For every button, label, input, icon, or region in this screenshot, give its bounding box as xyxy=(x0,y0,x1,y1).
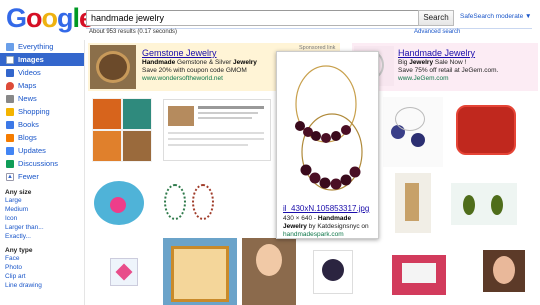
sidebar-item-label: Shopping xyxy=(18,107,50,116)
image-result[interactable] xyxy=(383,97,443,167)
ad-thumbnail-gemstone[interactable] xyxy=(90,45,136,89)
image-result[interactable] xyxy=(158,178,222,226)
size-option[interactable]: Larger than... xyxy=(0,223,84,232)
videos-icon xyxy=(6,68,14,77)
hoop-earrings-graphic xyxy=(295,65,363,191)
image-result[interactable] xyxy=(242,238,296,305)
images-icon xyxy=(6,55,14,64)
ad-gemstone: Gemstone Jewelry Handmade Gemstone & Sil… xyxy=(142,48,297,83)
image-result[interactable] xyxy=(92,98,152,162)
size-heading: Any size xyxy=(5,189,32,196)
discussions-icon xyxy=(6,159,14,168)
image-desc-bold: Handmade xyxy=(317,215,352,222)
sidebar-item-news[interactable]: News xyxy=(0,92,84,105)
sidebar-item-label: Updates xyxy=(18,146,46,155)
sidebar-item-images[interactable]: Images xyxy=(0,53,84,66)
sidebar-item-label: Everything xyxy=(18,42,54,51)
image-result[interactable] xyxy=(163,99,271,161)
sidebar-item-label: Videos xyxy=(18,68,41,77)
size-option[interactable]: Exactly... xyxy=(0,232,84,241)
fewer-icon: ▲ xyxy=(6,172,14,181)
sidebar-divider xyxy=(84,40,85,305)
image-filename-link[interactable]: il_430xN.105853317.jpg xyxy=(283,204,369,213)
sidebar-item-label: Books xyxy=(18,120,39,129)
ad-url[interactable]: www.JeGem.com xyxy=(398,75,538,83)
logo-letter: g xyxy=(57,3,73,33)
logo-letter: G xyxy=(6,3,27,33)
size-option[interactable]: Medium xyxy=(0,205,84,214)
sidebar-item-discussions[interactable]: Discussions xyxy=(0,157,84,170)
ad-text-bold: Handmade xyxy=(142,59,176,66)
image-preview-card[interactable]: il_430xN.105853317.jpg 430 × 640 - Handm… xyxy=(276,51,379,239)
ad-text: Sale Now ! xyxy=(433,59,467,66)
news-icon xyxy=(6,94,14,103)
everything-icon xyxy=(6,42,14,51)
logo-letter: o xyxy=(26,3,42,33)
image-meta: 430 × 640 - Handmade Jewelry by Katdesig… xyxy=(283,215,377,239)
sidebar-item-label: Discussions xyxy=(18,159,59,168)
sidebar-item-label: Fewer xyxy=(18,172,39,181)
sidebar-item-label: Maps xyxy=(18,81,37,90)
sidebar-item-updates[interactable]: Updates xyxy=(0,144,84,157)
sidebar-item-videos[interactable]: Videos xyxy=(0,66,84,79)
type-option[interactable]: Line drawing xyxy=(0,281,84,290)
earrings-preview-image[interactable] xyxy=(282,58,374,202)
sidebar: Everything Images Videos Maps News Shopp… xyxy=(0,40,84,290)
sidebar-item-label: Blogs xyxy=(18,133,37,142)
image-result[interactable] xyxy=(452,97,520,165)
ad-title[interactable]: Handmade Jewelry xyxy=(398,48,538,59)
type-option[interactable]: Clip art xyxy=(0,272,84,281)
image-desc: by Katdesignsnyc on xyxy=(306,223,369,230)
ad-text-bold: Jewelry xyxy=(233,59,257,66)
safesearch-dropdown[interactable]: SafeSearch moderate ▼ xyxy=(460,13,531,20)
books-icon xyxy=(6,120,14,129)
advanced-search-link[interactable]: Advanced search xyxy=(414,29,460,35)
type-heading: Any type xyxy=(5,247,33,254)
sidebar-item-blogs[interactable]: Blogs xyxy=(0,131,84,144)
updates-icon xyxy=(6,146,14,155)
ad-text: Save 20% with coupon code GMOM xyxy=(142,67,247,74)
blogs-icon xyxy=(6,133,14,142)
sidebar-item-everything[interactable]: Everything xyxy=(0,40,84,53)
type-option[interactable]: Face xyxy=(0,254,84,263)
ad-jegem: Handmade Jewelry Big Jewelry Sale Now ! … xyxy=(398,48,538,83)
search-button[interactable]: Search xyxy=(418,10,454,26)
image-result[interactable] xyxy=(110,258,138,286)
image-result[interactable] xyxy=(313,250,353,294)
image-result[interactable] xyxy=(88,173,150,235)
type-option[interactable]: Photo xyxy=(0,263,84,272)
ad-text-bold: Jewelry xyxy=(409,59,434,66)
sidebar-item-maps[interactable]: Maps xyxy=(0,79,84,92)
shopping-icon xyxy=(6,107,14,116)
image-result[interactable] xyxy=(451,183,517,225)
size-option[interactable]: Icon xyxy=(0,214,84,223)
ad-text: Save 75% off retail at JeGem.com. xyxy=(398,67,499,74)
logo-letter: o xyxy=(41,3,58,33)
ad-text: Gemstone & Silver xyxy=(175,59,234,66)
sidebar-item-books[interactable]: Books xyxy=(0,118,84,131)
sidebar-item-shopping[interactable]: Shopping xyxy=(0,105,84,118)
sidebar-item-label: News xyxy=(18,94,37,103)
image-result[interactable] xyxy=(395,173,431,233)
image-desc-bold: Jewelry xyxy=(283,223,307,230)
google-logo[interactable]: Google xyxy=(6,3,94,33)
search-input[interactable]: handmade jewelry xyxy=(86,10,419,26)
sidebar-item-fewer[interactable]: ▲ Fewer xyxy=(0,170,84,183)
image-source-link[interactable]: handmadespark.com xyxy=(283,231,344,238)
ad-text: Big xyxy=(398,59,410,66)
image-result[interactable] xyxy=(483,250,525,292)
maps-icon xyxy=(6,81,14,90)
image-result[interactable] xyxy=(392,255,446,295)
results-stats: About 953 results (0.17 seconds) xyxy=(89,29,178,35)
size-option[interactable]: Large xyxy=(0,196,84,205)
ad-title[interactable]: Gemstone Jewelry xyxy=(142,48,297,59)
image-dims: 430 × 640 - xyxy=(283,215,318,222)
ad-url[interactable]: www.wondersoftheworld.net xyxy=(142,75,297,83)
image-result[interactable] xyxy=(163,238,237,305)
sidebar-item-label: Images xyxy=(18,55,44,64)
